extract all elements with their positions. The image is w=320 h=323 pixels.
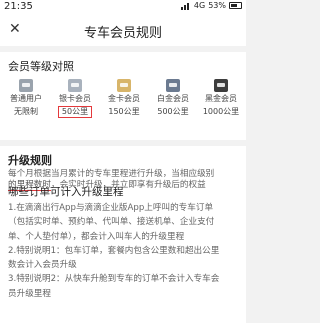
level-name: 黑金会员 [205, 94, 237, 103]
orders-line: 单、个人垫付单），都会计入叫车人的升级里程 [8, 231, 185, 242]
battery-percent: 53% [208, 1, 226, 10]
orders-line: 3.特别说明2：从快车升舱到专车的订单不会计入专车会 [8, 274, 220, 285]
orders-heading: 哪些订单可计入升级里程 [8, 186, 124, 198]
level-km-highlighted: 50公里 [58, 106, 92, 118]
status-bar: 21:35 4G 53% [0, 0, 246, 14]
status-time: 21:35 [4, 1, 33, 12]
network-type: 4G [193, 1, 206, 10]
orders-line: 员升级里程 [8, 288, 51, 299]
level-name: 银卡会员 [59, 94, 91, 103]
car-icon [19, 79, 33, 92]
orders-line: 1.在滴滴出行App与滴滴企业版App上呼叫的专车订单 [8, 203, 214, 213]
level-name: 普通用户 [10, 94, 42, 103]
car-icon [68, 79, 82, 92]
level-km: 500公里 [157, 107, 189, 116]
level-name: 白金会员 [157, 94, 189, 103]
upgrade-heading: 升级规则 [8, 154, 52, 167]
battery-icon [229, 2, 242, 9]
upgrade-line-1: 每个月根据当月累计的专车里程进行升级，当相应级别 [8, 169, 215, 179]
level-item-regular: 普通用户 无限制 [2, 79, 50, 117]
level-km: 150公里 [108, 107, 140, 116]
car-icon [166, 79, 180, 92]
level-item-platinum: 白金会员 500公里 [149, 79, 197, 117]
level-item-silver: 银卡会员 50公里 [51, 79, 99, 118]
nav-bar: ✕ 专车会员规则 [0, 14, 246, 46]
orders-line: 数会计入会员升级 [8, 260, 77, 271]
rules-section: 升级规则 每个月根据当月累计的专车里程进行升级，当相应级别 的里程数时，会实时升… [0, 146, 246, 323]
page-title: 专车会员规则 [83, 26, 162, 41]
level-heading: 会员等级对照 [8, 60, 74, 73]
level-name: 金卡会员 [108, 94, 140, 103]
status-indicators: 4G 53% [180, 1, 242, 10]
orders-text: 1.在滴滴出行App与滴滴企业版App上呼叫的专车订单 （包括实时单、预约单、代… [8, 201, 240, 301]
car-icon [214, 79, 228, 92]
level-km: 1000公里 [202, 107, 240, 116]
level-comparison-section: 会员等级对照 普通用户 无限制 银卡会员 50公里 金卡会员 150公里 白金会… [0, 52, 246, 140]
orders-line: （包括实时单、预约单、代叫单、接送机单、企业支付 [8, 217, 215, 228]
orders-line: 2.特别说明1：包车订单，套餐内包含公里数和超出公里 [8, 245, 220, 256]
signal-icon [180, 2, 191, 10]
level-km: 无限制 [14, 107, 38, 116]
level-item-gold: 金卡会员 150公里 [100, 79, 148, 117]
level-item-black-gold: 黑金会员 1000公里 [197, 79, 245, 117]
car-icon [117, 79, 131, 92]
